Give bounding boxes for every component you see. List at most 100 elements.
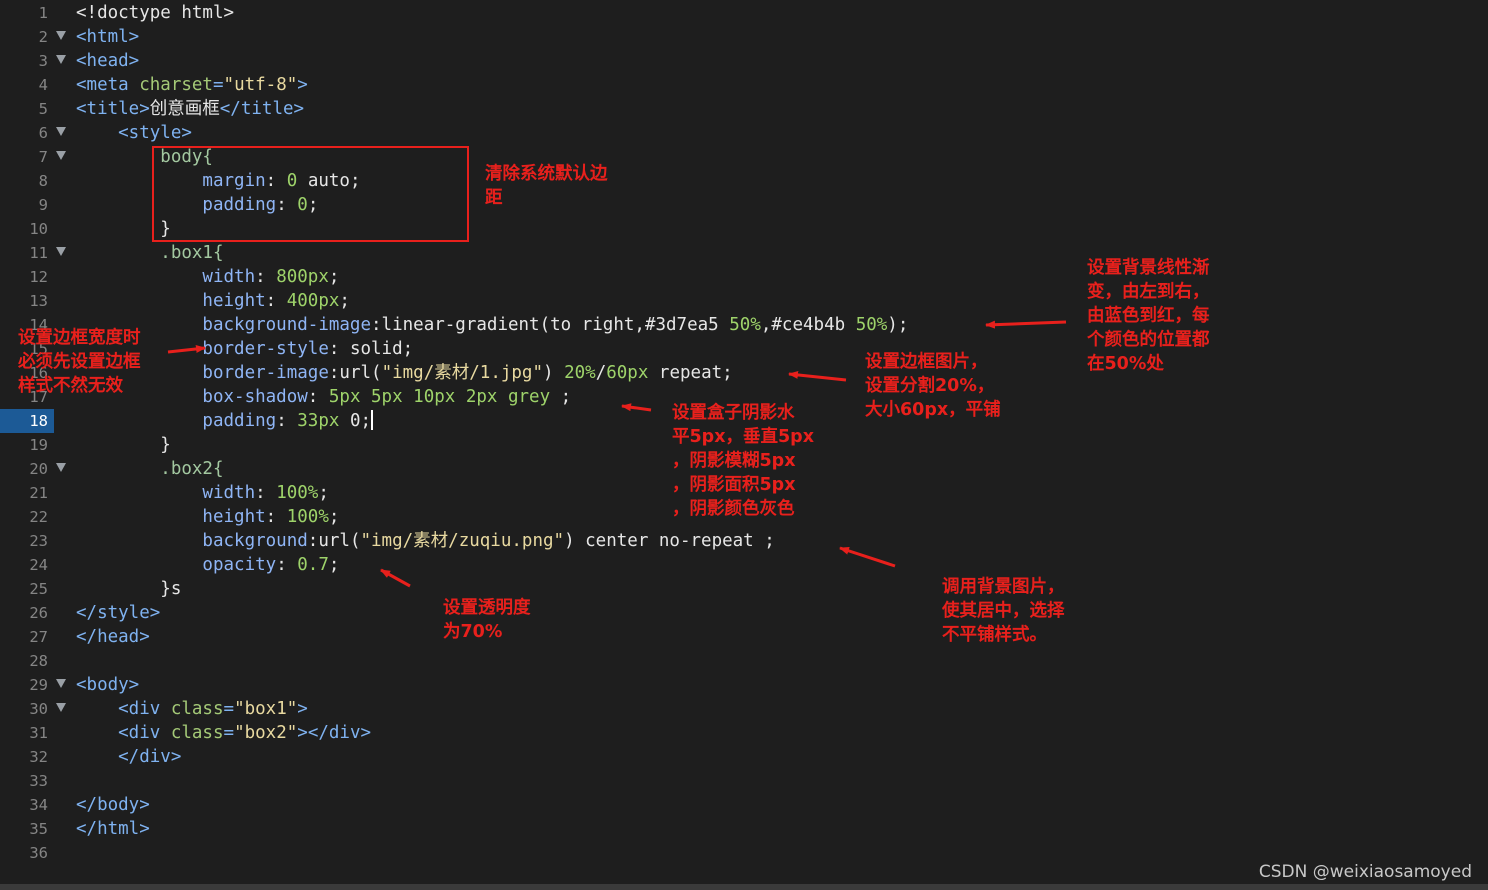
code-token: : solid;	[328, 339, 414, 359]
code-line[interactable]: 16 border-image:url("img/素材/1.jpg") 20%/…	[0, 361, 1488, 385]
highlight-box-body-rule	[152, 146, 469, 242]
code-line[interactable]: 14 background-image:linear-gradient(to r…	[0, 313, 1488, 337]
line-gutter: 20	[0, 457, 54, 481]
code-token: =	[223, 699, 235, 719]
code-text[interactable]: <body>	[76, 673, 139, 697]
code-token: "utf-8"	[223, 75, 298, 95]
code-line[interactable]: 27 </head>	[0, 625, 1488, 649]
code-text[interactable]: background-image:linear-gradient(to righ…	[76, 313, 908, 337]
code-text[interactable]: </style>	[76, 601, 160, 625]
code-text[interactable]: </head>	[76, 625, 150, 649]
code-line[interactable]: 29 <body>	[0, 673, 1488, 697]
code-line[interactable]: 28	[0, 649, 1488, 673]
code-line[interactable]: 1 <!doctype html>	[0, 1, 1488, 25]
line-gutter: 1	[0, 1, 54, 25]
code-line[interactable]: 31 <div class="box2"></div>	[0, 721, 1488, 745]
code-line[interactable]: 25 }s	[0, 577, 1488, 601]
code-token: :	[276, 411, 298, 431]
code-token: </html>	[76, 819, 150, 839]
annotation-bg-image: 调用背景图片， 使其居中，选择 不平铺样式。	[942, 577, 1065, 645]
code-token: :linear-gradient(to right,#3d7ea5	[371, 315, 730, 335]
code-text[interactable]: </body>	[76, 793, 150, 817]
line-gutter: 25	[0, 577, 54, 601]
code-token: /	[595, 363, 607, 383]
watermark: CSDN @weixiaosamoyed	[1258, 862, 1472, 882]
horizontal-scrollbar[interactable]	[0, 884, 1488, 890]
code-text[interactable]: width: 100%;	[76, 481, 328, 505]
code-text[interactable]: <!doctype html>	[76, 1, 234, 25]
code-text[interactable]: <head>	[76, 49, 139, 73]
code-token: <body>	[76, 675, 140, 695]
code-text[interactable]: <meta charset="utf-8">	[76, 73, 308, 97]
code-token: </div>	[76, 747, 182, 767]
code-line[interactable]: 26 </style>	[0, 601, 1488, 625]
line-gutter: 12	[0, 265, 54, 289]
code-token: .box2{	[76, 459, 224, 479]
code-token: height	[76, 507, 266, 527]
code-line[interactable]: 4 <meta charset="utf-8">	[0, 73, 1488, 97]
fold-toggle-icon[interactable]	[56, 127, 66, 136]
code-text[interactable]: <div class="box2"></div>	[76, 721, 371, 745]
code-text[interactable]: padding: 33px 0;	[76, 409, 374, 433]
code-line[interactable]: 33	[0, 769, 1488, 793]
code-token: ;	[328, 507, 340, 527]
code-line[interactable]: 5 <title>创意画框</title>	[0, 97, 1488, 121]
code-line[interactable]: 30 <div class="box1">	[0, 697, 1488, 721]
line-gutter: 31	[0, 721, 54, 745]
line-number: 11	[29, 244, 48, 262]
line-number: 19	[29, 436, 48, 454]
code-text[interactable]: <html>	[76, 25, 139, 49]
code-text[interactable]: .box1{	[76, 241, 223, 265]
code-line[interactable]: 15 border-style: solid;	[0, 337, 1488, 361]
annotation-body-margin: 清除系统默认边 距	[485, 164, 608, 208]
code-text[interactable]: height: 400px;	[76, 289, 350, 313]
code-text[interactable]: height: 100%;	[76, 505, 339, 529]
code-token: <div	[76, 723, 171, 743]
annotation-box-shadow: 设置盒子阴影水 平5px，垂直5px ，阴影模糊5px ，阴影面积5px ，阴影…	[672, 403, 814, 519]
annotation-border-image: 设置边框图片， 设置分割20%， 大小60px，平铺	[865, 352, 1001, 420]
code-text[interactable]: }	[76, 433, 171, 457]
fold-toggle-icon[interactable]	[56, 55, 66, 64]
code-text[interactable]: </div>	[76, 745, 181, 769]
code-text[interactable]: .box2{	[76, 457, 224, 481]
fold-toggle-icon[interactable]	[56, 463, 66, 472]
code-line[interactable]: 12 width: 800px;	[0, 265, 1488, 289]
code-token: )	[543, 363, 565, 383]
code-line[interactable]: 34 </body>	[0, 793, 1488, 817]
code-line[interactable]: 2 <html>	[0, 25, 1488, 49]
line-number: 35	[29, 820, 48, 838]
fold-toggle-icon[interactable]	[56, 31, 66, 40]
code-line[interactable]: 6 <style>	[0, 121, 1488, 145]
code-text[interactable]: }s	[76, 577, 181, 601]
code-token: opacity	[76, 555, 277, 575]
annotation-opacity: 设置透明度 为70%	[443, 598, 531, 642]
code-line[interactable]: 24 opacity: 0.7;	[0, 553, 1488, 577]
line-number: 21	[29, 484, 48, 502]
code-line[interactable]: 11 .box1{	[0, 241, 1488, 265]
code-token: ) center no-repeat ;	[564, 531, 775, 551]
fold-toggle-icon[interactable]	[56, 247, 66, 256]
line-gutter: 5	[0, 97, 54, 121]
code-line[interactable]: 32 </div>	[0, 745, 1488, 769]
code-line[interactable]: 3 <head>	[0, 49, 1488, 73]
code-line[interactable]: 23 background:url("img/素材/zuqiu.png") ce…	[0, 529, 1488, 553]
code-token: <html>	[76, 27, 140, 47]
code-token: }	[76, 435, 171, 455]
fold-toggle-icon[interactable]	[56, 679, 66, 688]
fold-toggle-icon[interactable]	[56, 151, 66, 160]
code-text[interactable]: opacity: 0.7;	[76, 553, 339, 577]
code-line[interactable]: 35 </html>	[0, 817, 1488, 841]
code-token: >	[297, 699, 308, 719]
code-text[interactable]: </html>	[76, 817, 150, 841]
code-text[interactable]: border-image:url("img/素材/1.jpg") 20%/60p…	[76, 361, 732, 385]
code-text[interactable]: box-shadow: 5px 5px 10px 2px grey ;	[76, 385, 571, 409]
code-text[interactable]: <title>创意画框</title>	[76, 97, 304, 121]
code-line[interactable]: 13 height: 400px;	[0, 289, 1488, 313]
code-text[interactable]: <div class="box1">	[76, 697, 308, 721]
fold-toggle-icon[interactable]	[56, 703, 66, 712]
code-text[interactable]: <style>	[76, 121, 192, 145]
code-text[interactable]: width: 800px;	[76, 265, 339, 289]
line-number: 27	[29, 628, 48, 646]
code-text[interactable]: background:url("img/素材/zuqiu.png") cente…	[76, 529, 775, 553]
code-token: <!doctype html>	[76, 3, 235, 23]
